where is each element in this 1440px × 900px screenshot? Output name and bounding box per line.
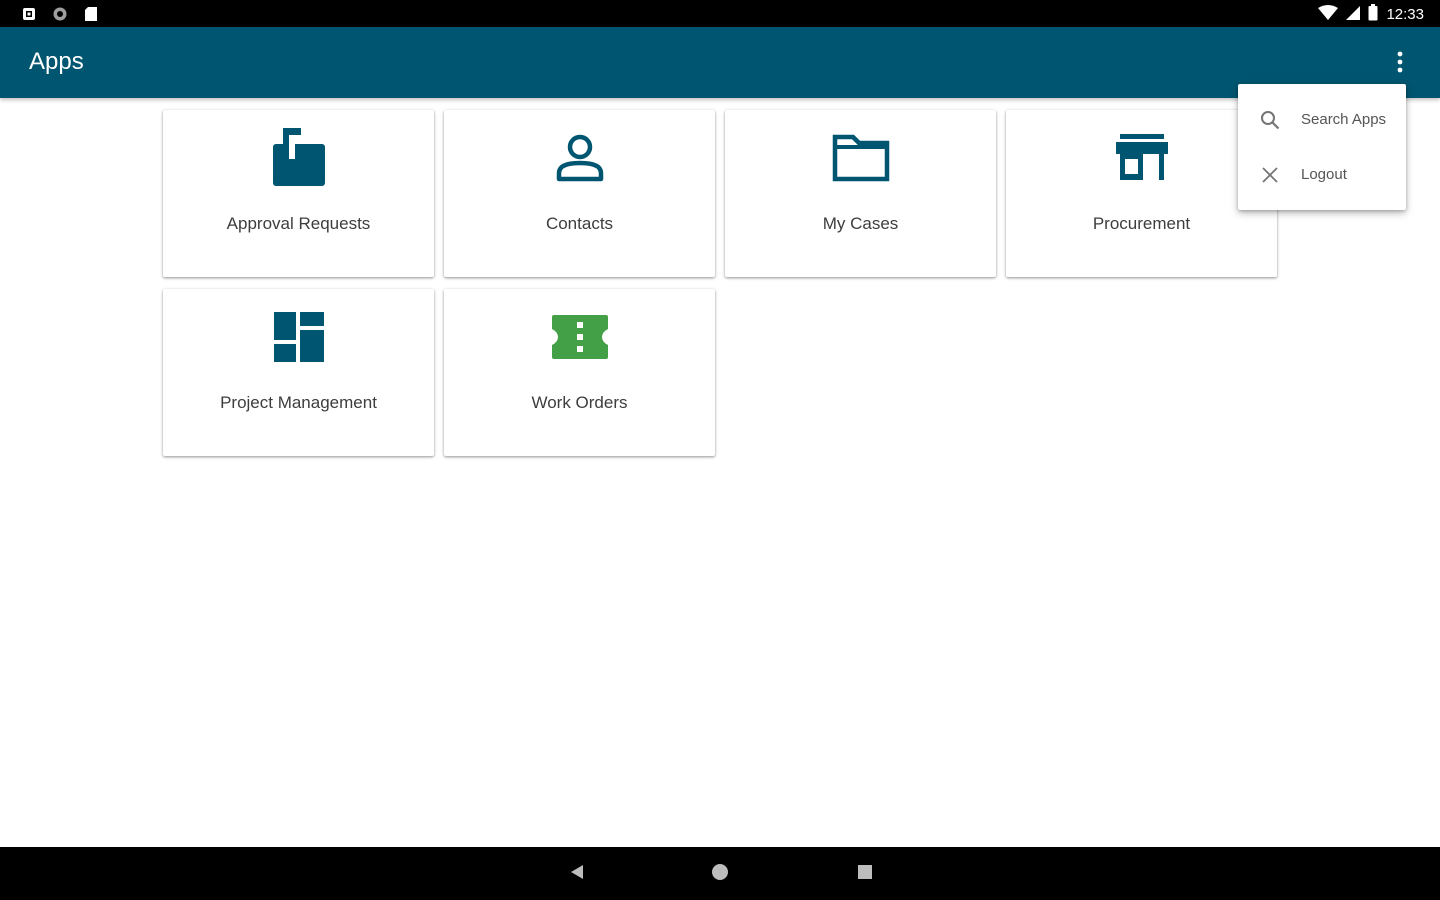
sync-icon: [52, 6, 68, 27]
status-right-icons: 12:33: [1318, 4, 1424, 25]
folder-icon: [829, 126, 893, 190]
app-tile-approval-requests[interactable]: Approval Requests: [163, 110, 434, 277]
app-tile-procurement[interactable]: Procurement: [1006, 110, 1277, 277]
dashboard-icon: [267, 305, 331, 369]
app-tile-label: Procurement: [1092, 214, 1191, 233]
menu-item-logout[interactable]: Logout: [1238, 147, 1406, 202]
sd-card-icon: [84, 6, 98, 27]
ticket-icon: [548, 305, 612, 369]
app-tile-label: Approval Requests: [226, 214, 371, 233]
home-button[interactable]: [706, 861, 734, 887]
back-icon: [569, 863, 585, 886]
page-title: Apps: [29, 48, 84, 75]
person-icon: [548, 126, 612, 190]
app-bar: Apps: [0, 27, 1440, 98]
app-tile-label: Contacts: [545, 214, 614, 233]
battery-icon: [1368, 4, 1378, 25]
recents-button[interactable]: [851, 861, 879, 887]
overflow-menu-button[interactable]: [1384, 49, 1416, 79]
app-tile-label: Project Management: [220, 393, 377, 412]
app-tile-label: My Cases: [822, 214, 899, 233]
app-tile-project-management[interactable]: Project Management: [163, 289, 434, 456]
close-icon: [1259, 164, 1281, 186]
home-icon: [711, 863, 729, 886]
overflow-menu: Search Apps Logout: [1238, 84, 1406, 210]
status-time: 12:33: [1386, 6, 1424, 23]
store-icon: [1110, 126, 1174, 190]
back-button[interactable]: [563, 861, 591, 887]
signal-icon: [1346, 5, 1361, 25]
app-grid: Approval Requests Contacts My Cases Proc…: [163, 110, 1277, 456]
notification-icon: [22, 7, 36, 26]
navigation-bar: [0, 847, 1440, 900]
menu-item-label: Logout: [1301, 166, 1347, 183]
app-tile-label: Work Orders: [531, 393, 628, 412]
search-icon: [1259, 109, 1281, 131]
more-vert-icon: [1397, 51, 1403, 78]
mailbox-icon: [267, 126, 331, 190]
status-bar: 12:33: [0, 0, 1440, 27]
wifi-icon: [1318, 4, 1339, 25]
app-tile-my-cases[interactable]: My Cases: [725, 110, 996, 277]
menu-item-search-apps[interactable]: Search Apps: [1238, 92, 1406, 147]
recents-icon: [857, 864, 873, 885]
status-left-icons: [22, 6, 98, 27]
menu-item-label: Search Apps: [1301, 111, 1387, 128]
app-tile-work-orders[interactable]: Work Orders: [444, 289, 715, 456]
app-tile-contacts[interactable]: Contacts: [444, 110, 715, 277]
